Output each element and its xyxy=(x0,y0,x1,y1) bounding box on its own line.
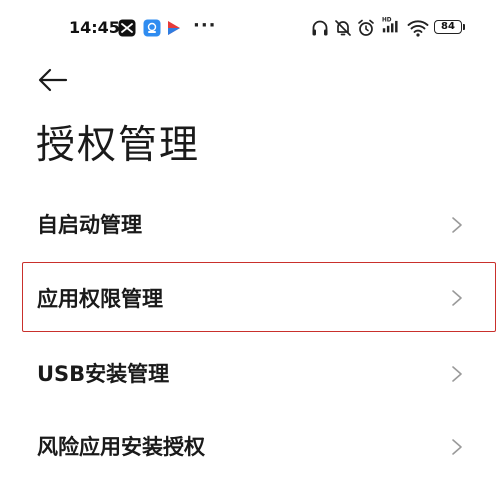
status-time: 14:45 xyxy=(69,18,120,37)
chevron-right-icon xyxy=(452,290,462,306)
svg-text:HD: HD xyxy=(382,18,392,24)
hd-signal-icon: HD xyxy=(382,18,398,33)
headphones-icon xyxy=(312,20,328,36)
chevron-right-icon xyxy=(452,439,462,455)
play-icon xyxy=(168,21,180,35)
arrow-left-icon xyxy=(38,68,68,92)
battery-icon: 84 xyxy=(434,20,462,34)
alarm-icon xyxy=(358,19,374,36)
app-store-icon xyxy=(143,19,161,37)
status-bar: 14:45 ··· HD 84 xyxy=(0,0,500,56)
menu-item-label: 风险应用安装授权 xyxy=(37,435,205,459)
battery-level: 84 xyxy=(441,21,455,32)
battery-tip xyxy=(463,24,465,30)
menu-item-label: USB安装管理 xyxy=(37,362,170,386)
capcut-icon xyxy=(118,19,136,37)
menu-item-app-permissions[interactable]: 应用权限管理 xyxy=(22,262,496,332)
page-title: 授权管理 xyxy=(36,123,201,168)
chevron-right-icon xyxy=(452,217,462,233)
wifi-icon xyxy=(407,20,429,37)
chevron-right-icon xyxy=(452,366,462,382)
more-notifications-dots: ··· xyxy=(193,15,217,36)
menu-item-label: 自启动管理 xyxy=(37,213,142,237)
back-button[interactable] xyxy=(32,64,72,96)
menu-item-label: 应用权限管理 xyxy=(37,287,163,311)
menu-item-risky-app-install[interactable]: 风险应用安装授权 xyxy=(22,412,496,482)
menu-item-auto-start[interactable]: 自启动管理 xyxy=(22,190,496,260)
mute-alarm-icon xyxy=(335,20,351,36)
menu-item-usb-install[interactable]: USB安装管理 xyxy=(22,339,496,409)
